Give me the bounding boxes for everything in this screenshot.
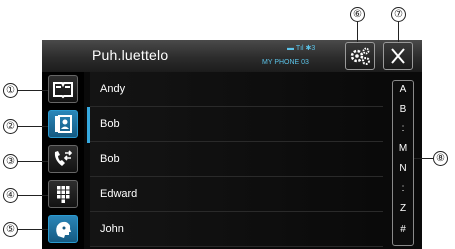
contact-name: John bbox=[100, 223, 124, 235]
callout-7-leader bbox=[398, 22, 399, 42]
callout-1-leader bbox=[18, 90, 48, 91]
callout-5: ⑤ bbox=[3, 222, 18, 237]
index-letter[interactable]: N bbox=[393, 163, 413, 174]
callout-3-leader bbox=[18, 161, 48, 162]
contacts-button[interactable] bbox=[48, 110, 78, 138]
voice-recognition-button[interactable] bbox=[48, 215, 78, 243]
index-letter[interactable]: A bbox=[393, 84, 413, 95]
callout-7: ⑦ bbox=[391, 7, 406, 22]
callout-8: ⑧ bbox=[433, 151, 448, 166]
callout-8-leader bbox=[414, 158, 433, 159]
callout-2-leader bbox=[18, 126, 48, 127]
close-icon bbox=[391, 48, 405, 64]
contact-name: Edward bbox=[100, 188, 138, 200]
index-separator: : bbox=[401, 123, 405, 134]
index-letter[interactable]: Z bbox=[393, 203, 413, 214]
callout-1: ① bbox=[3, 83, 18, 98]
index-separator: : bbox=[401, 183, 405, 194]
contact-row[interactable]: Andy bbox=[90, 72, 383, 107]
settings-icon bbox=[350, 47, 370, 65]
page-title: Puh.luettelo bbox=[92, 47, 169, 63]
index-letter[interactable]: M bbox=[393, 143, 413, 154]
status-indicators: ▬ Tıl ✱3 bbox=[287, 45, 316, 52]
callout-2: ② bbox=[3, 119, 18, 134]
phonebook-icon bbox=[53, 82, 73, 99]
contacts-icon bbox=[55, 115, 72, 133]
callout-3: ③ bbox=[3, 154, 18, 169]
alphabet-index-bar[interactable]: A B : M N : Z # bbox=[392, 80, 414, 246]
contact-list: Andy Bob Bob Edward John bbox=[90, 72, 383, 249]
callout-6-leader bbox=[357, 22, 358, 42]
phone-screen: Puh.luettelo ▬ Tıl ✱3 MY PHONE 03 Andy B… bbox=[42, 40, 422, 249]
close-button[interactable] bbox=[383, 42, 413, 70]
callout-4-leader bbox=[18, 195, 48, 196]
index-letter[interactable]: # bbox=[393, 224, 413, 235]
header-bar: Puh.luettelo ▬ Tıl ✱3 MY PHONE 03 bbox=[42, 40, 422, 72]
keypad-button[interactable] bbox=[48, 180, 78, 208]
connected-phone-name: MY PHONE 03 bbox=[262, 59, 309, 66]
contact-name: Bob bbox=[100, 118, 120, 130]
call-history-icon bbox=[54, 150, 73, 166]
contact-row[interactable]: Bob bbox=[90, 142, 383, 177]
settings-button[interactable] bbox=[345, 42, 375, 70]
voice-recognition-icon bbox=[56, 221, 71, 238]
callout-6: ⑥ bbox=[350, 7, 365, 22]
callout-5-leader bbox=[18, 229, 48, 230]
index-letter[interactable]: B bbox=[393, 104, 413, 115]
source-sidebar bbox=[42, 72, 84, 249]
contact-name: Bob bbox=[100, 153, 120, 165]
contact-row[interactable]: Edward bbox=[90, 177, 383, 212]
contact-row[interactable]: John bbox=[90, 212, 383, 247]
keypad-icon bbox=[57, 186, 70, 203]
contact-row[interactable]: Bob bbox=[90, 107, 383, 142]
call-history-button[interactable] bbox=[48, 145, 78, 173]
contact-name: Andy bbox=[100, 83, 126, 95]
phonebook-button[interactable] bbox=[48, 75, 78, 103]
callout-4: ④ bbox=[3, 188, 18, 203]
